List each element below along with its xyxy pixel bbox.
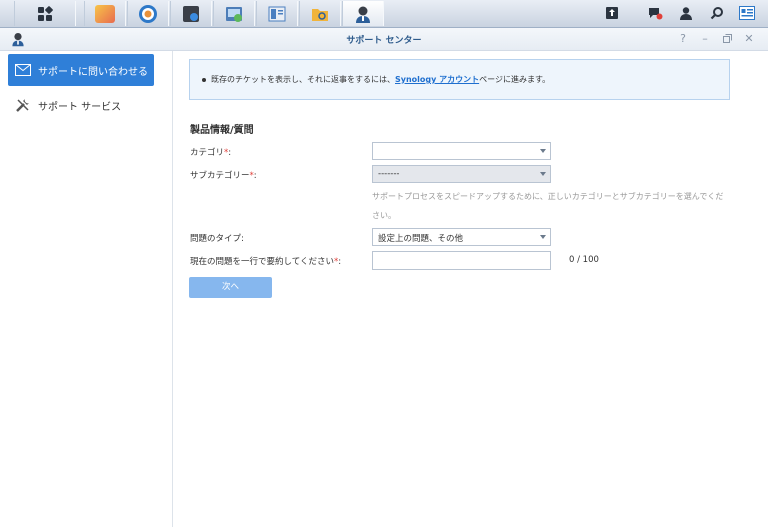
summary-input[interactable] [372, 251, 551, 270]
category-select[interactable] [372, 142, 551, 160]
notifications-button[interactable] [644, 3, 666, 23]
minimize-icon: – [702, 32, 708, 45]
tools-icon [14, 97, 32, 113]
search-button[interactable] [706, 3, 728, 23]
notice-prefix: 既存のチケットを表示し、それに返事をするには、 [211, 75, 395, 84]
character-counter: 0 / 100 [569, 255, 599, 265]
search-icon [710, 7, 723, 20]
chevron-down-icon [540, 235, 546, 239]
taskbar-app-docs[interactable] [256, 1, 298, 26]
issue-type-label: 問題のタイプ: [190, 234, 244, 244]
download-app-icon [139, 4, 157, 23]
issue-type-select[interactable]: 設定上の問題、その他 [372, 228, 551, 246]
document-app-icon [268, 6, 286, 21]
user-icon [680, 7, 692, 20]
upload-queue-button[interactable] [601, 3, 623, 23]
ticket-notice: 既存のチケットを表示し、それに返事をするには、Synology アカウントページ… [189, 59, 730, 100]
next-button[interactable]: 次へ [189, 277, 272, 298]
notice-suffix: ページに進みます。 [479, 75, 551, 84]
category-hint: サポートプロセスをスピードアップするために、正しいカテゴリーとサブカテゴリーを選… [372, 192, 724, 220]
help-icon: ? [680, 32, 686, 45]
support-agent-icon [356, 6, 370, 23]
window-title: サポート センター [346, 36, 422, 46]
close-icon: ✕ [744, 32, 754, 45]
window-header: サポート センター ? – ✕ [0, 28, 768, 51]
taskbar-app-photo[interactable] [84, 1, 126, 26]
taskbar-app-media[interactable] [213, 1, 255, 26]
photo-app-icon [95, 4, 115, 23]
chevron-down-icon [540, 172, 546, 176]
upload-icon [606, 7, 618, 19]
taskbar-app-filestation[interactable] [299, 1, 341, 26]
category-label: カテゴリ*: [190, 148, 232, 158]
restore-icon [722, 34, 732, 43]
chevron-down-icon [540, 149, 546, 153]
sidebar: サポートに問い合わせる サポート サービス [0, 51, 173, 527]
taskbar-app-download[interactable] [127, 1, 169, 26]
taskbar-app-support[interactable] [342, 1, 384, 26]
help-button[interactable]: ? [677, 32, 689, 45]
sidebar-item-label: サポート サービス [38, 101, 122, 113]
video-app-icon [183, 5, 199, 22]
sidebar-item-support-services[interactable]: サポート サービス [8, 89, 154, 121]
sidebar-item-label: サポートに問い合わせる [38, 66, 148, 78]
widgets-button[interactable] [736, 3, 758, 23]
bullet-icon [202, 77, 206, 82]
section-title: 製品情報/質問 [190, 125, 254, 136]
envelope-icon [14, 62, 32, 78]
subcategory-select[interactable]: ------- [372, 165, 551, 183]
taskbar-app-video[interactable] [170, 1, 212, 26]
close-button[interactable]: ✕ [743, 32, 755, 45]
media-server-icon [226, 6, 242, 22]
summary-label: 現在の問題を一行で要約してください*: [190, 257, 342, 267]
widget-panel-icon [739, 6, 755, 20]
user-menu-button[interactable] [675, 3, 697, 23]
subcategory-label: サブカテゴリー*: [190, 171, 257, 181]
minimize-button[interactable]: – [699, 32, 711, 45]
sidebar-item-contact-support[interactable]: サポートに問い合わせる [8, 54, 154, 86]
folder-search-icon [312, 8, 328, 21]
grid-menu-icon [38, 5, 53, 21]
chat-notification-icon [649, 8, 663, 20]
restore-button[interactable] [721, 32, 733, 46]
synology-account-link[interactable]: Synology アカウント [395, 75, 479, 84]
main-menu-button[interactable] [14, 1, 76, 26]
taskbar [0, 0, 768, 28]
